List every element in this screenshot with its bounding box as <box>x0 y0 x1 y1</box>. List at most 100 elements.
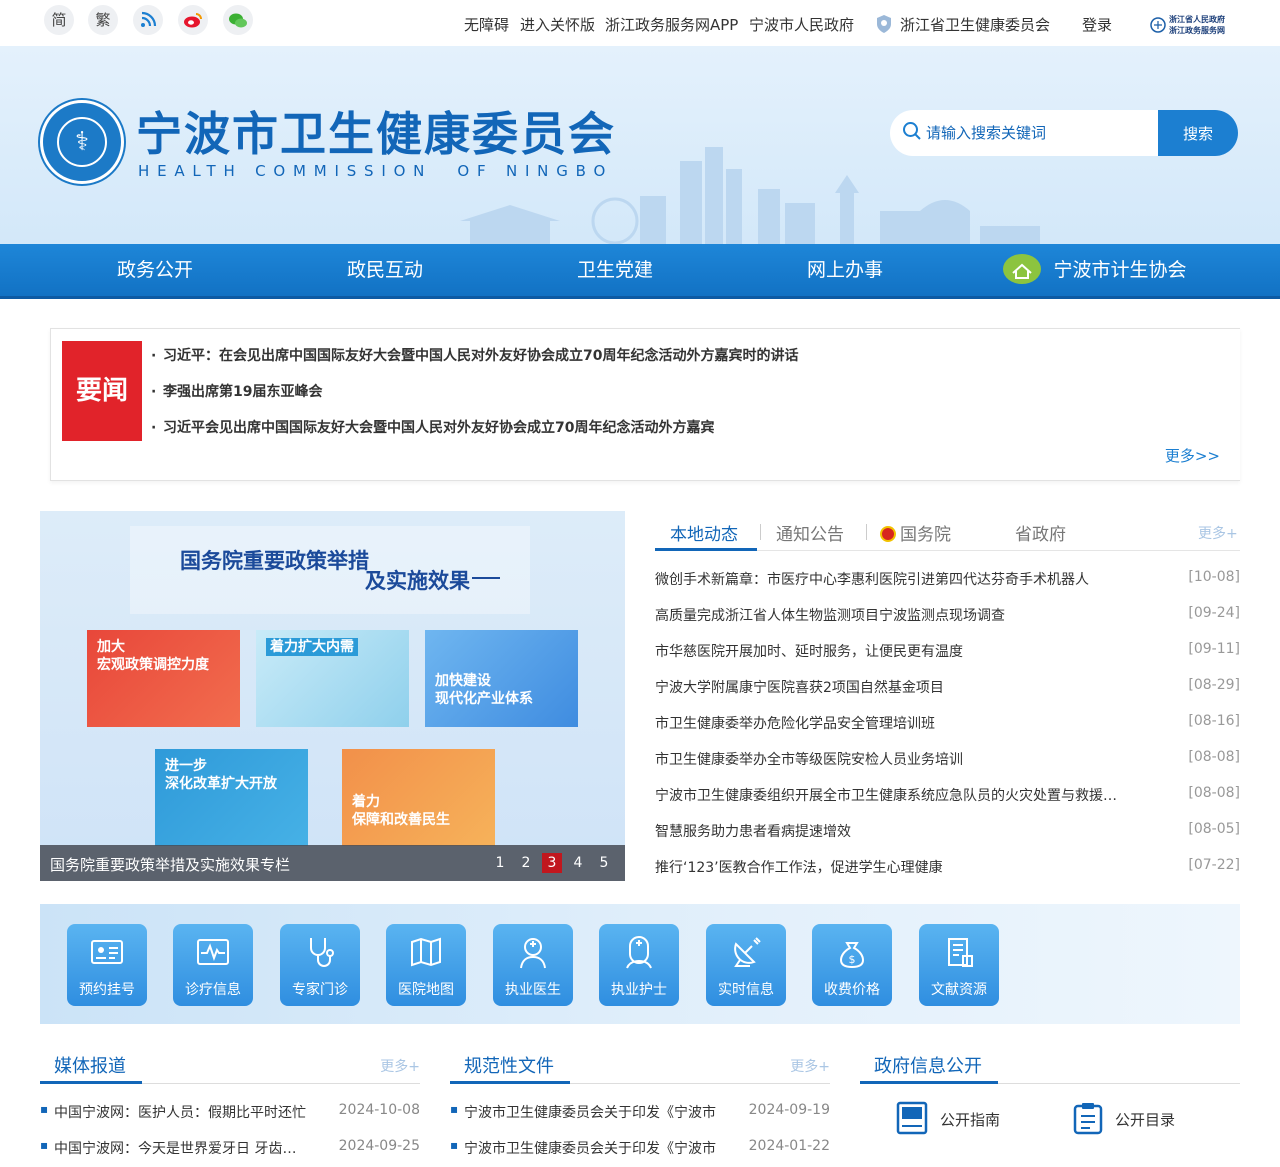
service-hospital-map[interactable]: 医院地图 <box>386 924 466 1006</box>
service-realtime-info[interactable]: 实时信息 <box>706 924 786 1006</box>
main-nav: 政务公开 政民互动 卫生党建 网上办事 宁波市计生协会 <box>0 244 1280 299</box>
national-emblem-icon <box>880 526 896 542</box>
elderly-mode-link[interactable]: 进入关怀版 <box>520 14 595 35</box>
policy-card[interactable]: 着力 保障和改善民生 <box>342 749 495 846</box>
tab-state-council[interactable]: 国务院 <box>880 520 951 545</box>
top-bar: 简 繁 无障碍 进入关怀版 浙江政务服务网APP 宁波市人民政府 浙江省卫生健康… <box>0 0 1280 46</box>
policy-card[interactable]: 着力扩大内需 <box>256 630 409 727</box>
stethoscope-icon <box>310 938 334 967</box>
list-item[interactable]: 宁波市卫生健康委组织开展全市卫生健康系统应急队员的火灾处置与救援演练 [08-08… <box>655 785 1240 805</box>
wechat-icon[interactable] <box>223 5 253 35</box>
search-bar: 搜索 <box>890 110 1238 156</box>
news-more-link[interactable]: 更多+ <box>1198 523 1238 543</box>
search-input[interactable] <box>926 110 1156 156</box>
list-item-date: 2024-09-19 <box>748 1102 830 1118</box>
headlines-more-link[interactable]: 更多>> <box>1165 445 1220 466</box>
carousel-page-4[interactable]: 4 <box>568 853 588 873</box>
service-pricing[interactable]: $ 收费价格 <box>812 924 892 1006</box>
medical-caduceus-icon: ⚕ <box>57 117 107 167</box>
list-item-title: 智慧服务助力患者看病提速增效 <box>655 824 851 840</box>
carousel-page-2[interactable]: 2 <box>516 853 536 873</box>
simplified-chinese-button[interactable]: 简 <box>44 5 74 35</box>
headlines-badge: 要闻 <box>62 341 142 441</box>
service-label: 医院地图 <box>398 982 454 998</box>
policy-carousel[interactable]: 国务院重要政策举措 及实施效果 加大 宏观政策调控力度 着力扩大内需 加快建设 现代… <box>40 511 625 881</box>
tab-provincial-gov[interactable]: 省政府 <box>1015 520 1066 545</box>
service-literature[interactable]: 文献资源 <box>919 924 999 1006</box>
nav-item-gov-affairs[interactable]: 政务公开 <box>40 244 270 296</box>
docs-more-link[interactable]: 更多+ <box>790 1056 830 1076</box>
ningbo-gov-link[interactable]: 宁波市人民政府 <box>749 14 854 35</box>
service-label: 实时信息 <box>718 982 774 998</box>
carousel-caption[interactable]: 国务院重要政策举措及实施效果专栏 <box>50 854 290 875</box>
bullet: ▪ <box>40 1138 49 1152</box>
nav-item-family-planning-label: 宁波市计生协会 <box>1053 259 1187 281</box>
login-link[interactable]: 登录 <box>1082 14 1112 35</box>
service-label: 文献资源 <box>931 982 987 998</box>
money-bag-icon: $ <box>839 942 865 969</box>
commission-logo[interactable]: ⚕ <box>40 100 124 184</box>
zj-health-commission-link[interactable]: 浙江省卫生健康委员会 <box>874 14 1050 35</box>
service-label: 执业护士 <box>611 982 667 998</box>
nav-item-online-services[interactable]: 网上办事 <box>730 244 960 296</box>
service-licensed-doctor[interactable]: 执业医生 <box>493 924 573 1006</box>
gov-info-directory-link[interactable]: 公开目录 <box>1115 1109 1175 1130</box>
carousel-page-1[interactable]: 1 <box>490 853 510 873</box>
list-item-title: 市华慈医院开展加时、延时服务，让便民更有温度 <box>655 644 963 660</box>
list-item-title: 市卫生健康委举办危险化学品安全管理培训班 <box>655 716 935 732</box>
list-item[interactable]: ▪ 宁波市卫生健康委员会关于印发《宁波市 2024-01-22 <box>450 1138 830 1158</box>
list-item[interactable]: 高质量完成浙江省人体生物监测项目宁波监测点现场调查 [09-24] <box>655 605 1240 625</box>
service-licensed-nurse[interactable]: 执业护士 <box>599 924 679 1006</box>
policy-card[interactable]: 加大 宏观政策调控力度 <box>87 630 240 727</box>
carousel-heading-line1: 国务院重要政策举措 <box>180 548 369 573</box>
list-item-title: 中国宁波网：今天是世界爱牙日 牙齿健康 <box>54 1141 309 1157</box>
nav-item-party[interactable]: 卫生党建 <box>500 244 730 296</box>
list-item[interactable]: 市卫生健康委举办危险化学品安全管理培训班 [08-16] <box>655 713 1240 733</box>
zj-gov-logo-icon <box>1150 17 1166 33</box>
list-item[interactable]: 市卫生健康委举办全市等级医院安检人员业务培训 [08-08] <box>655 749 1240 769</box>
map-icon <box>411 937 441 967</box>
policy-card-line1: 进一步 <box>165 758 207 774</box>
list-item-date: [07-22] <box>1188 857 1240 873</box>
tab-state-council-label: 国务院 <box>900 525 951 545</box>
tab-local-news[interactable]: 本地动态 <box>670 520 738 545</box>
accessibility-link[interactable]: 无障碍 <box>464 14 509 35</box>
carousel-page-3-active[interactable]: 3 <box>542 853 562 873</box>
list-item[interactable]: 微创手术新篇章：市医疗中心李惠利医院引进第四代达芬奇手术机器人 [10-08] <box>655 569 1240 589</box>
service-diagnosis-info[interactable]: 诊疗信息 <box>173 924 253 1006</box>
list-item[interactable]: ▪ 宁波市卫生健康委员会关于印发《宁波市 2024-09-19 <box>450 1102 830 1122</box>
bullet: · <box>151 348 157 364</box>
policy-card-line1: 加大 <box>97 639 125 655</box>
policy-card[interactable]: 进一步 深化改革扩大开放 <box>155 749 308 846</box>
shield-icon <box>877 15 891 33</box>
traditional-chinese-button[interactable]: 繁 <box>88 5 118 35</box>
carousel-page-5[interactable]: 5 <box>594 853 614 873</box>
zj-app-link[interactable]: 浙江政务服务网APP <box>605 14 738 35</box>
list-item[interactable]: 智慧服务助力患者看病提速增效 [08-05] <box>655 821 1240 841</box>
nav-item-family-planning-assoc[interactable]: 宁波市计生协会 <box>975 244 1215 296</box>
nav-item-interaction[interactable]: 政民互动 <box>270 244 500 296</box>
list-item-title: 宁波市卫生健康委员会关于印发《宁波市 <box>464 1141 716 1157</box>
list-item[interactable]: ▪ 中国宁波网：医护人员：假期比平时还忙 2024-10-08 <box>40 1102 420 1122</box>
headline-text: 习近平：在会见出席中国国际友好大会暨中国人民对外友好协会成立70周年纪念活动外方… <box>163 348 799 364</box>
media-more-link[interactable]: 更多+ <box>380 1056 420 1076</box>
docs-section-header: 规范性文件 更多+ <box>450 1046 830 1084</box>
list-item[interactable]: 宁波大学附属康宁医院喜获2项国自然基金项目 [08-29] <box>655 677 1240 697</box>
policy-card[interactable]: 加快建设 现代化产业体系 <box>425 630 578 727</box>
headline-item[interactable]: · 习近平：在会见出席中国国际友好大会暨中国人民对外友好协会成立70周年纪念活动外… <box>151 345 798 365</box>
list-item[interactable]: 市华慈医院开展加时、延时服务，让便民更有温度 [09-11] <box>655 641 1240 661</box>
policy-card-line1: 着力扩大内需 <box>266 638 358 656</box>
service-appointment[interactable]: 预约挂号 <box>67 924 147 1006</box>
gov-info-guide-link[interactable]: 公开指南 <box>940 1109 1000 1130</box>
service-expert-clinic[interactable]: 专家门诊 <box>280 924 360 1006</box>
rss-icon[interactable] <box>133 5 163 35</box>
zj-gov-logo[interactable]: 浙江省人民政府 浙江政务服务网 <box>1150 14 1225 36</box>
list-item[interactable]: ▪ 中国宁波网：今天是世界爱牙日 牙齿健康 2024-09-25 <box>40 1138 420 1158</box>
tab-notices[interactable]: 通知公告 <box>776 520 844 545</box>
search-button[interactable]: 搜索 <box>1158 110 1238 156</box>
headline-item[interactable]: · 习近平会见出席中国国际友好大会暨中国人民对外友好协会成立70周年纪念活动外方嘉… <box>151 417 714 437</box>
headline-text: 李强出席第19届东亚峰会 <box>163 384 323 400</box>
headline-item[interactable]: · 李强出席第19届东亚峰会 <box>151 381 322 401</box>
list-item[interactable]: 推行‘123’医教合作工作法，促进学生心理健康 [07-22] <box>655 857 1240 877</box>
weibo-icon[interactable] <box>178 5 208 35</box>
